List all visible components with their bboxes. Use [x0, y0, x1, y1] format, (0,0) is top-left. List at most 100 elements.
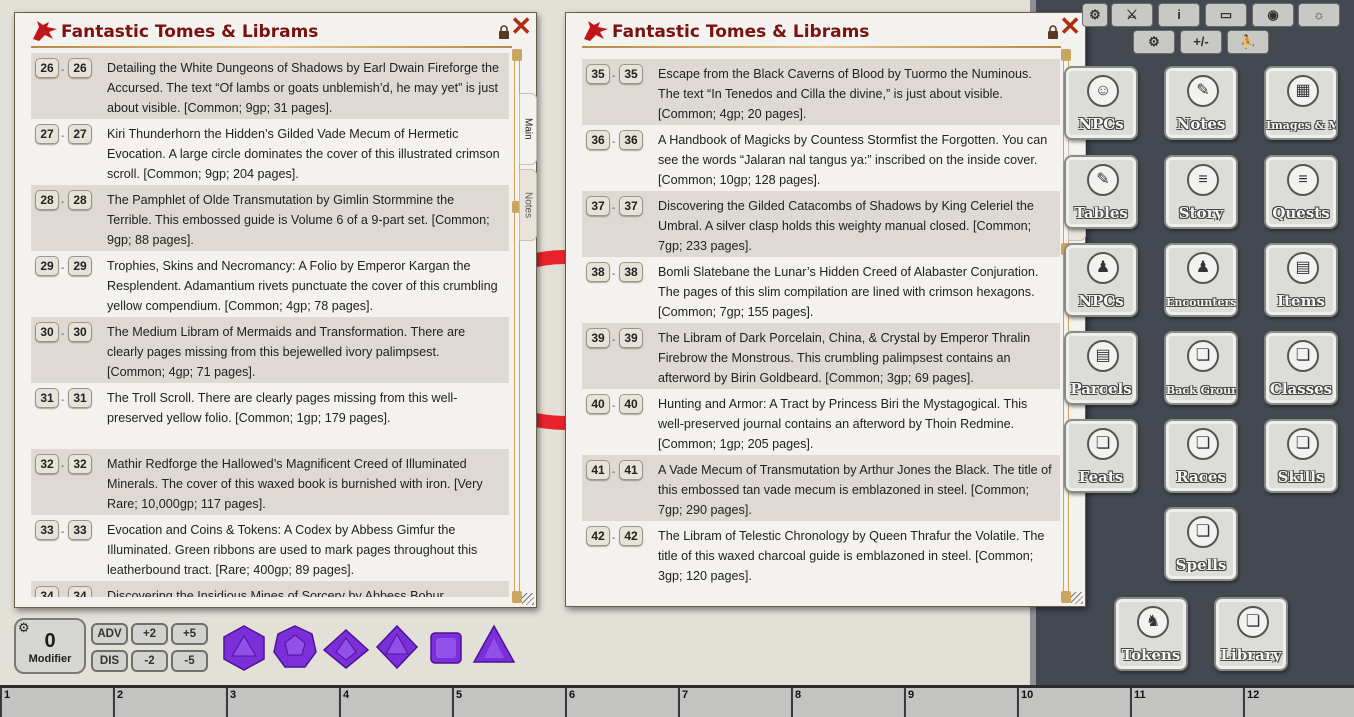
page-to-chip[interactable]: 37: [619, 196, 643, 216]
resize-handle-icon[interactable]: [522, 593, 534, 605]
page-to-chip[interactable]: 39: [619, 328, 643, 348]
launcher-npcs[interactable]: ♟ NPCs: [1064, 243, 1138, 317]
page-from-chip[interactable]: 41: [586, 460, 610, 480]
lock-icon[interactable]: [1047, 25, 1059, 39]
page-from-chip[interactable]: 32: [35, 454, 59, 474]
hotbar-slot[interactable]: 1: [0, 688, 112, 717]
page-to-chip[interactable]: 29: [68, 256, 92, 276]
list-item[interactable]: 40-40 Hunting and Armor: A Tract by Princ…: [582, 389, 1060, 455]
list-item[interactable]: 37-37 Discovering the Gilded Catacombs of…: [582, 191, 1060, 257]
page-from-chip[interactable]: 39: [586, 328, 610, 348]
page-from-chip[interactable]: 38: [586, 262, 610, 282]
d10-die-icon[interactable]: [322, 628, 370, 670]
page-to-chip[interactable]: 28: [68, 190, 92, 210]
list-item[interactable]: 31-31 The Troll Scroll. There are clearly…: [31, 383, 509, 449]
close-icon[interactable]: ✕: [1059, 13, 1081, 39]
page-from-chip[interactable]: 31: [35, 388, 59, 408]
page-to-chip[interactable]: 30: [68, 322, 92, 342]
list-item[interactable]: 35-35 Escape from the Black Caverns of Bl…: [582, 59, 1060, 125]
toolbar-modifiers-button[interactable]: +/-: [1180, 30, 1222, 54]
page-from-chip[interactable]: 27: [35, 124, 59, 144]
minus-two-button[interactable]: -2: [131, 650, 168, 672]
list-item[interactable]: 28-28 The Pamphlet of Olde Transmutation …: [31, 185, 509, 251]
modifier-box[interactable]: ⚙ 0 Modifier: [14, 618, 86, 674]
launcher-parcels[interactable]: ▤ Parcels: [1064, 331, 1138, 405]
list-item[interactable]: 39-39 The Libram of Dark Porcelain, China…: [582, 323, 1060, 389]
hotbar-slot[interactable]: 7: [678, 688, 790, 717]
hotbar-slot[interactable]: 8: [791, 688, 903, 717]
tab-notes[interactable]: Notes: [519, 169, 537, 241]
page-from-chip[interactable]: 37: [586, 196, 610, 216]
dis-button[interactable]: DIS: [91, 650, 128, 672]
launcher-items[interactable]: ▤ Items: [1264, 243, 1338, 317]
page-to-chip[interactable]: 41: [619, 460, 643, 480]
launcher-story[interactable]: ≡ Story: [1164, 155, 1238, 229]
page-from-chip[interactable]: 35: [586, 64, 610, 84]
library-window-left[interactable]: Fantastic Tomes & Librams ✕ 26-26 Detaili…: [14, 12, 537, 608]
page-to-chip[interactable]: 34: [68, 586, 92, 597]
toolbar-info-icon[interactable]: i: [1158, 3, 1200, 27]
list-item[interactable]: 38-38 Bomli Slatebane the Lunar’s Hidden …: [582, 257, 1060, 323]
page-from-chip[interactable]: 29: [35, 256, 59, 276]
toolbar-combat-icon[interactable]: ⚔: [1111, 3, 1153, 27]
page-to-chip[interactable]: 26: [68, 58, 92, 78]
list-item[interactable]: 27-27 Kiri Thunderhorn the Hidden’s Gilde…: [31, 119, 509, 185]
plus-two-button[interactable]: +2: [131, 623, 168, 645]
page-to-chip[interactable]: 35: [619, 64, 643, 84]
page-from-chip[interactable]: 30: [35, 322, 59, 342]
page-to-chip[interactable]: 27: [68, 124, 92, 144]
minus-five-button[interactable]: -5: [171, 650, 208, 672]
lock-icon[interactable]: [498, 25, 510, 39]
toolbar-settings-icon[interactable]: ⚙: [1133, 30, 1175, 54]
list-item[interactable]: 33-33 Evocation and Coins & Tokens: A Cod…: [31, 515, 509, 581]
page-to-chip[interactable]: 32: [68, 454, 92, 474]
launcher-encounters[interactable]: ♟ Encounters: [1164, 243, 1238, 317]
page-to-chip[interactable]: 31: [68, 388, 92, 408]
hotbar-slot[interactable]: 4: [339, 688, 451, 717]
launcher-backgrounds[interactable]: ❏ Back Grounds: [1164, 331, 1238, 405]
launcher-races[interactable]: ❏ Races: [1164, 419, 1238, 493]
launcher-images-maps[interactable]: ▦ Images & Maps: [1264, 66, 1338, 140]
hotbar-slot[interactable]: 3: [226, 688, 338, 717]
page-to-chip[interactable]: 42: [619, 526, 643, 546]
toolbar-gear-top-icon[interactable]: ⚙: [1082, 3, 1108, 27]
page-from-chip[interactable]: 28: [35, 190, 59, 210]
toolbar-daynight-icon[interactable]: ☼: [1298, 3, 1340, 27]
page-from-chip[interactable]: 36: [586, 130, 610, 150]
launcher-skills[interactable]: ❏ Skills: [1264, 419, 1338, 493]
page-from-chip[interactable]: 34: [35, 586, 59, 597]
page-from-chip[interactable]: 26: [35, 58, 59, 78]
page-from-chip[interactable]: 33: [35, 520, 59, 540]
page-to-chip[interactable]: 40: [619, 394, 643, 414]
d6-die-icon[interactable]: [428, 630, 464, 666]
library-window-right[interactable]: Fantastic Tomes & Librams ✕ 35-35 Escape …: [565, 12, 1086, 607]
launcher-tokens[interactable]: ♞ Tokens: [1114, 597, 1188, 671]
launcher-spells[interactable]: ❏ Spells: [1164, 507, 1238, 581]
hotbar-slot[interactable]: 6: [565, 688, 677, 717]
hotbar-slot[interactable]: 2: [113, 688, 225, 717]
d20-die-icon[interactable]: [220, 624, 268, 672]
toolbar-palette-icon[interactable]: ◉: [1252, 3, 1294, 27]
page-from-chip[interactable]: 42: [586, 526, 610, 546]
launcher-library[interactable]: ❏ Library: [1214, 597, 1288, 671]
page-to-chip[interactable]: 33: [68, 520, 92, 540]
list-item[interactable]: 26-26 Detailing the White Dungeons of Sha…: [31, 53, 509, 119]
list-item[interactable]: 30-30 The Medium Libram of Mermaids and T…: [31, 317, 509, 383]
launcher-feats[interactable]: ❏ Feats: [1064, 419, 1138, 493]
list-item[interactable]: 36-36 A Handbook of Magicks by Countess S…: [582, 125, 1060, 191]
resize-handle-icon[interactable]: [1071, 592, 1083, 604]
list-item[interactable]: 42-42 The Libram of Telestic Chronology b…: [582, 521, 1060, 587]
page-to-chip[interactable]: 36: [619, 130, 643, 150]
list-item[interactable]: 29-29 Trophies, Skins and Necromancy: A F…: [31, 251, 509, 317]
adv-button[interactable]: ADV: [91, 623, 128, 645]
list-item[interactable]: 34-34 Discovering the Insidious Mines of …: [31, 581, 509, 597]
tab-main[interactable]: Main: [519, 93, 537, 165]
launcher-tables[interactable]: ✎ Tables: [1064, 155, 1138, 229]
close-icon[interactable]: ✕: [510, 13, 532, 39]
launcher-quests[interactable]: ≡ Quests: [1264, 155, 1338, 229]
hotbar-slot[interactable]: 12: [1243, 688, 1354, 717]
toolbar-journal-icon[interactable]: ▭: [1205, 3, 1247, 27]
d12-die-icon[interactable]: [272, 624, 318, 670]
launcher-npcs-top[interactable]: ☺ NPCs: [1064, 66, 1138, 140]
hotbar-slot[interactable]: 5: [452, 688, 564, 717]
